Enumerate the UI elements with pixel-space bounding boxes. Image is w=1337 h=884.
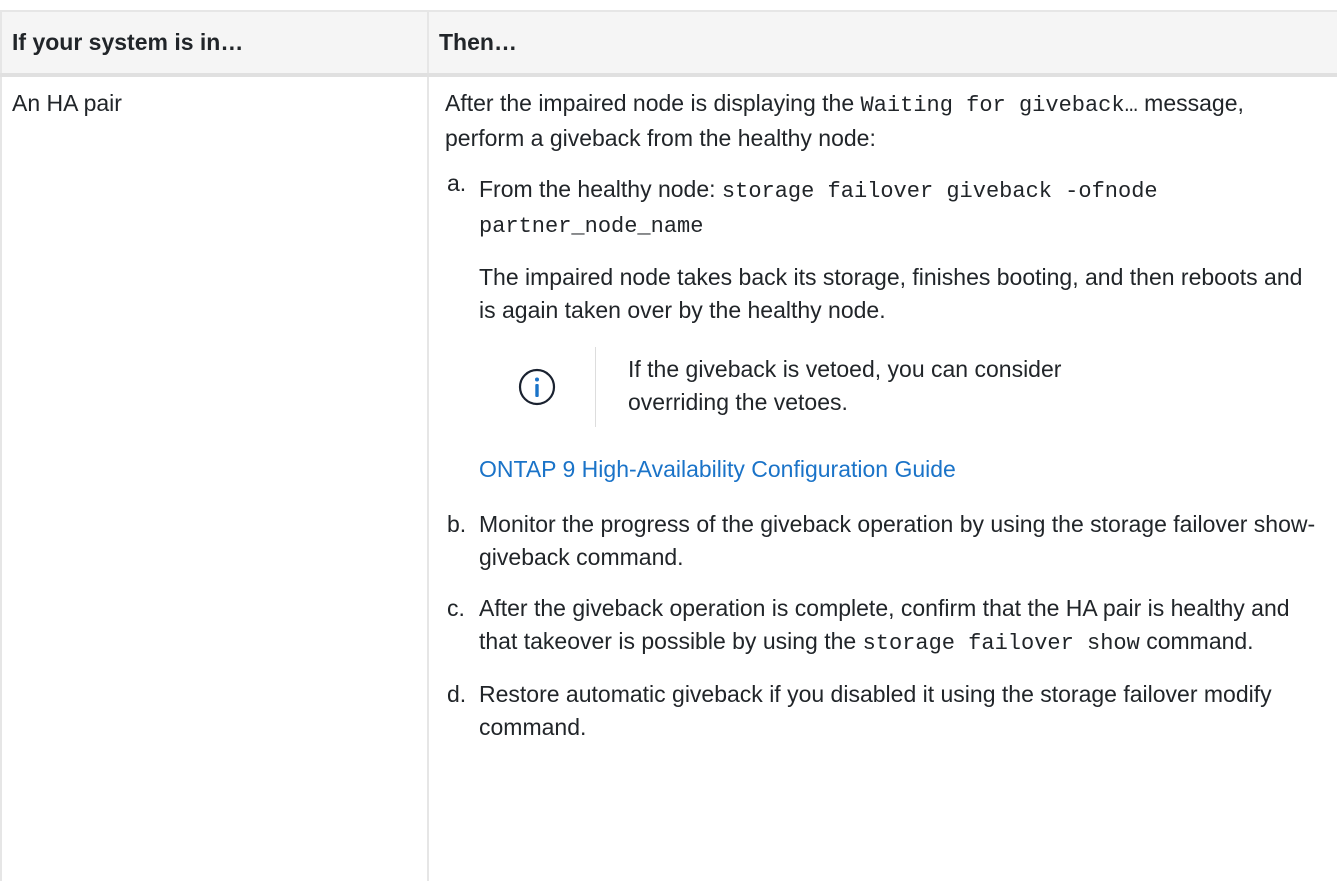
condition-text: An HA pair: [12, 90, 122, 116]
note-icon-container: [479, 347, 596, 427]
table-header-row: If your system is in… Then…: [0, 10, 1337, 77]
table-row: An HA pair After the impaired node is di…: [0, 74, 1337, 881]
intro-paragraph: After the impaired node is displaying th…: [445, 87, 1317, 155]
header-condition: If your system is in…: [0, 10, 429, 77]
header-action: Then…: [427, 10, 1337, 77]
action-cell: After the impaired node is displaying th…: [427, 74, 1337, 881]
step-marker: d.: [447, 681, 467, 707]
note-text: If the giveback is vetoed, you can consi…: [628, 356, 1062, 415]
step-marker: c.: [447, 595, 465, 621]
note-callout: If the giveback is vetoed, you can consi…: [479, 347, 1317, 427]
intro-code: Waiting for giveback…: [860, 93, 1138, 118]
step-a-description: The impaired node takes back its storage…: [479, 264, 1303, 323]
step-marker: b.: [447, 511, 467, 537]
step-d: d. Restore automatic giveback if you dis…: [445, 678, 1317, 744]
step-a-label: From the healthy node:: [479, 176, 722, 202]
step-c-text: After the giveback operation is complete…: [479, 592, 1317, 660]
info-icon: [518, 368, 556, 406]
step-b: b. Monitor the progress of the giveback …: [445, 508, 1317, 574]
condition-cell: An HA pair: [0, 74, 429, 881]
step-c-text-after: command.: [1139, 628, 1254, 654]
procedure-table: If your system is in… Then… An HA pair A…: [0, 10, 1337, 881]
step-c-code: storage failover show: [862, 631, 1140, 656]
step-a: a. From the healthy node: storage failov…: [445, 170, 1317, 490]
giveback-steps: a. From the healthy node: storage failov…: [445, 170, 1317, 744]
step-c: c. After the giveback operation is compl…: [445, 592, 1317, 660]
step-d-text: Restore automatic giveback if you disabl…: [479, 681, 1272, 740]
step-marker: a.: [447, 170, 467, 196]
step-b-text: Monitor the progress of the giveback ope…: [479, 511, 1316, 570]
intro-text-before: After the impaired node is displaying th…: [445, 90, 861, 116]
step-a-text: From the healthy node: storage failover …: [479, 173, 1317, 243]
ha-config-guide-link[interactable]: ONTAP 9 High-Availability Configuration …: [479, 453, 956, 486]
